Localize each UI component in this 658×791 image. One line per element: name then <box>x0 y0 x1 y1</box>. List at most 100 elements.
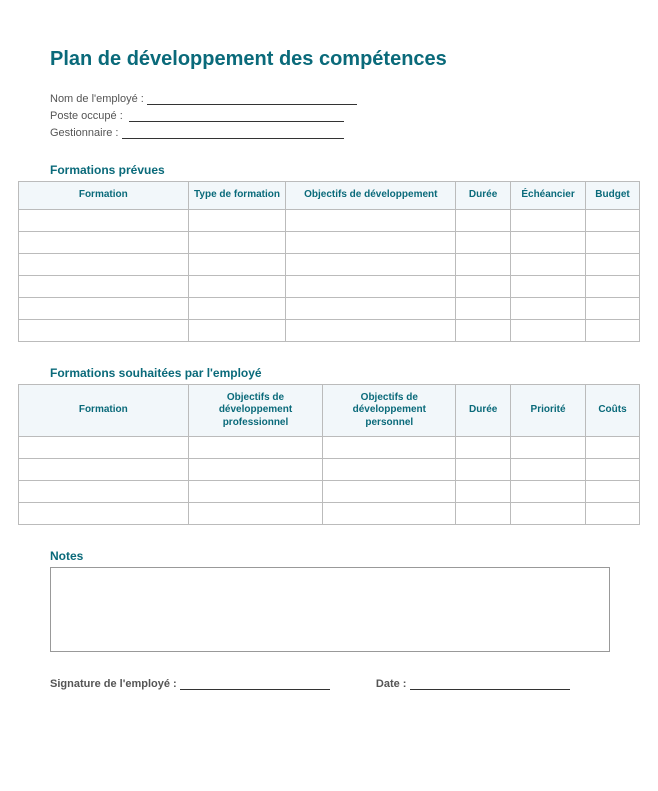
employee-name-label: Nom de l'employé : <box>50 93 144 105</box>
table-cell[interactable] <box>586 503 640 525</box>
table-cell[interactable] <box>188 253 286 275</box>
table-cell[interactable] <box>586 275 640 297</box>
table-cell[interactable] <box>586 231 640 253</box>
table-cell[interactable] <box>586 459 640 481</box>
table-cell[interactable] <box>511 209 586 231</box>
table-row <box>19 459 640 481</box>
table-cell[interactable] <box>511 459 586 481</box>
section-heading-desired: Formations souhaitées par l'employé <box>50 366 640 380</box>
table-cell[interactable] <box>188 319 286 341</box>
notes-box[interactable] <box>50 567 610 652</box>
table-cell[interactable] <box>188 481 323 503</box>
table-row <box>19 253 640 275</box>
date-blank[interactable] <box>410 680 570 690</box>
manager-field: Gestionnaire : <box>50 127 640 139</box>
th2-formation: Formation <box>19 384 189 437</box>
th-schedule: Échéancier <box>511 182 586 210</box>
manager-label: Gestionnaire : <box>50 127 118 139</box>
table-cell[interactable] <box>188 231 286 253</box>
table-row <box>19 275 640 297</box>
table-cell[interactable] <box>286 209 456 231</box>
table-cell[interactable] <box>188 459 323 481</box>
table-cell[interactable] <box>456 297 511 319</box>
table-row <box>19 437 640 459</box>
table-row <box>19 319 640 341</box>
table-cell[interactable] <box>511 297 586 319</box>
table-cell[interactable] <box>586 437 640 459</box>
footer-line: Signature de l'employé : Date : <box>50 678 640 690</box>
table-cell[interactable] <box>586 209 640 231</box>
table-cell[interactable] <box>188 437 323 459</box>
signature-label: Signature de l'employé : <box>50 678 177 690</box>
table-cell[interactable] <box>456 253 511 275</box>
table-cell[interactable] <box>511 437 586 459</box>
table-row <box>19 297 640 319</box>
table-cell[interactable] <box>456 437 511 459</box>
th2-priority: Priorité <box>511 384 586 437</box>
th-duration: Durée <box>456 182 511 210</box>
table-cell[interactable] <box>456 209 511 231</box>
table-cell[interactable] <box>19 209 189 231</box>
th2-prof-obj: Objectifs de développement professionnel <box>188 384 323 437</box>
table-cell[interactable] <box>323 459 456 481</box>
table-cell[interactable] <box>188 209 286 231</box>
table-row <box>19 503 640 525</box>
table-cell[interactable] <box>19 459 189 481</box>
notes-heading: Notes <box>50 549 640 563</box>
table-cell[interactable] <box>511 231 586 253</box>
date-label: Date : <box>376 678 407 690</box>
table-cell[interactable] <box>19 253 189 275</box>
employee-name-blank[interactable] <box>147 95 357 105</box>
table-cell[interactable] <box>456 459 511 481</box>
table-cell[interactable] <box>456 503 511 525</box>
table-cell[interactable] <box>19 481 189 503</box>
table-cell[interactable] <box>586 481 640 503</box>
position-field: Poste occupé : <box>50 110 640 122</box>
table-cell[interactable] <box>323 481 456 503</box>
section-heading-planned: Formations prévues <box>50 163 640 177</box>
table-row <box>19 231 640 253</box>
th-objectives: Objectifs de développement <box>286 182 456 210</box>
table-cell[interactable] <box>19 437 189 459</box>
manager-blank[interactable] <box>122 129 344 139</box>
table-cell[interactable] <box>19 231 189 253</box>
table-cell[interactable] <box>188 275 286 297</box>
desired-trainings-table: Formation Objectifs de développement pro… <box>18 384 640 526</box>
table-cell[interactable] <box>511 253 586 275</box>
th2-pers-obj: Objectifs de développement personnel <box>323 384 456 437</box>
table-cell[interactable] <box>511 275 586 297</box>
table-cell[interactable] <box>456 275 511 297</box>
table-cell[interactable] <box>456 481 511 503</box>
table-cell[interactable] <box>586 253 640 275</box>
table-cell[interactable] <box>19 275 189 297</box>
table-cell[interactable] <box>188 503 323 525</box>
table-cell[interactable] <box>323 503 456 525</box>
table-cell[interactable] <box>286 275 456 297</box>
table-cell[interactable] <box>511 319 586 341</box>
employee-name-field: Nom de l'employé : <box>50 93 640 105</box>
th-budget: Budget <box>586 182 640 210</box>
table-cell[interactable] <box>511 503 586 525</box>
table-cell[interactable] <box>286 253 456 275</box>
table-cell[interactable] <box>188 297 286 319</box>
table-cell[interactable] <box>456 319 511 341</box>
table-cell[interactable] <box>586 297 640 319</box>
table-cell[interactable] <box>323 437 456 459</box>
th-type: Type de formation <box>188 182 286 210</box>
table-cell[interactable] <box>286 297 456 319</box>
table-cell[interactable] <box>19 319 189 341</box>
table-cell[interactable] <box>456 231 511 253</box>
table-cell[interactable] <box>586 319 640 341</box>
table-cell[interactable] <box>286 319 456 341</box>
table-cell[interactable] <box>511 481 586 503</box>
table-cell[interactable] <box>19 297 189 319</box>
table-row <box>19 481 640 503</box>
planned-trainings-table: Formation Type de formation Objectifs de… <box>18 181 640 342</box>
position-blank[interactable] <box>129 112 344 122</box>
table-cell[interactable] <box>19 503 189 525</box>
th2-costs: Coûts <box>586 384 640 437</box>
table-cell[interactable] <box>286 231 456 253</box>
th2-duration: Durée <box>456 384 511 437</box>
page-title: Plan de développement des compétences <box>50 48 640 71</box>
signature-blank[interactable] <box>180 680 330 690</box>
